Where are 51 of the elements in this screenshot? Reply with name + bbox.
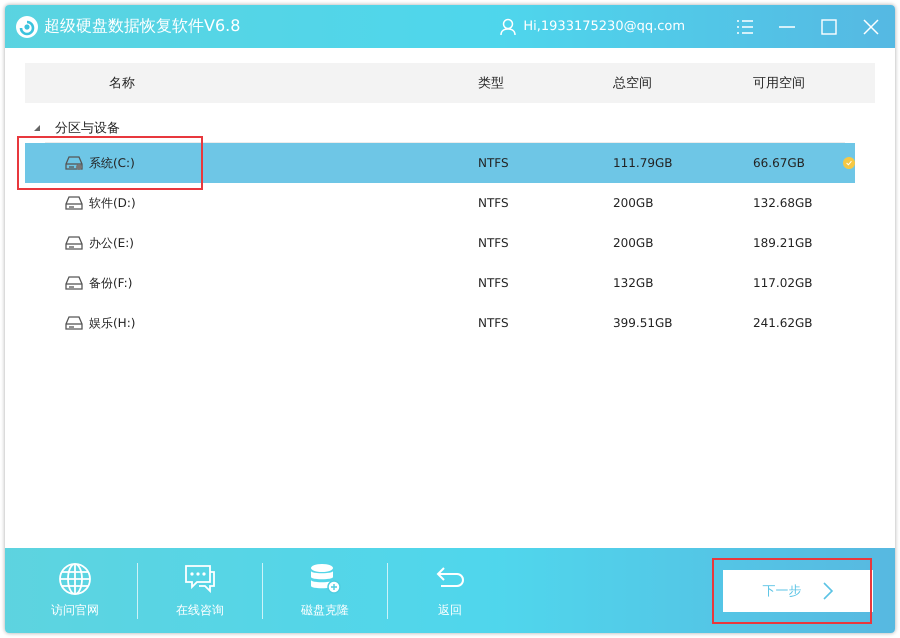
table-cell-text: NTFS <box>478 276 510 290</box>
partition-row[interactable]: 娱乐(H:) NTFS 399.51GB 241.62GB <box>25 303 855 343</box>
toolbar-button[interactable]: 在线咨询 <box>145 562 255 619</box>
logo-icon <box>15 14 39 38</box>
toolbar-button[interactable]: 访问官网 <box>20 562 130 619</box>
table-cell-text: 132GB <box>613 276 654 290</box>
column-header: 名称 <box>108 75 136 92</box>
partition-name: 软件(D:) <box>89 194 136 212</box>
partition-row[interactable]: 软件(D:) NTFS 200GB 132.68GB <box>25 183 855 223</box>
partition-row[interactable]: 系统(C:) NTFS 111.79GB 66.67GB <box>25 143 855 183</box>
table-cell-text: 399.51GB <box>613 316 674 330</box>
column-header: 可用空间 <box>753 75 806 92</box>
toolbar-button[interactable]: 磁盘克隆 <box>270 562 380 619</box>
drive-icon <box>65 155 83 171</box>
database-icon <box>308 562 342 596</box>
table-cell-text: NTFS <box>478 236 510 250</box>
next-button[interactable]: 下一步 <box>723 570 873 612</box>
partition-row[interactable]: 办公(E:) NTFS 200GB 189.21GB <box>25 223 855 263</box>
partition-name: 娱乐(H:) <box>89 314 136 332</box>
expanded-icon[interactable] <box>33 124 41 132</box>
drive-icon <box>65 275 83 291</box>
partition-name: 备份(F:) <box>89 274 132 292</box>
partition-row[interactable]: 备份(F:) NTFS 132GB 117.02GB <box>25 263 855 303</box>
group-label: 分区与设备 <box>55 120 120 137</box>
table-cell-text: 117.02GB <box>753 276 814 290</box>
close-icon[interactable] <box>861 16 881 36</box>
column-header: 总空间 <box>613 75 653 92</box>
table-cell-text: 111.79GB <box>613 156 674 170</box>
toolbar-button[interactable]: 返回 <box>395 562 505 619</box>
window-title: 超级硬盘数据恢复软件V6.8 <box>44 16 240 37</box>
table-cell-text: 200GB <box>613 196 654 210</box>
maximize-icon[interactable] <box>819 16 839 36</box>
drive-icon <box>65 315 83 331</box>
table-cell-text: 66.67GB <box>753 156 806 170</box>
table-cell-text: NTFS <box>478 316 510 330</box>
globe-icon <box>58 562 92 596</box>
user-account[interactable]: Hi,1933175230@qq.com <box>523 19 685 34</box>
partition-name: 办公(E:) <box>89 234 134 252</box>
table-cell-text: 189.21GB <box>753 236 814 250</box>
table-cell-text: 200GB <box>613 236 654 250</box>
column-header: 类型 <box>478 75 505 92</box>
table-cell-text: NTFS <box>478 156 510 170</box>
table-cell-text: 241.62GB <box>753 316 814 330</box>
chat-icon <box>183 562 217 596</box>
partition-name: 系统(C:) <box>89 154 135 172</box>
table-cell-text: 132.68GB <box>753 196 814 210</box>
table-cell-text: NTFS <box>478 196 510 210</box>
drive-icon <box>65 195 83 211</box>
chevron-right-icon <box>822 580 834 600</box>
drive-icon <box>65 235 83 251</box>
user-icon <box>499 18 518 36</box>
